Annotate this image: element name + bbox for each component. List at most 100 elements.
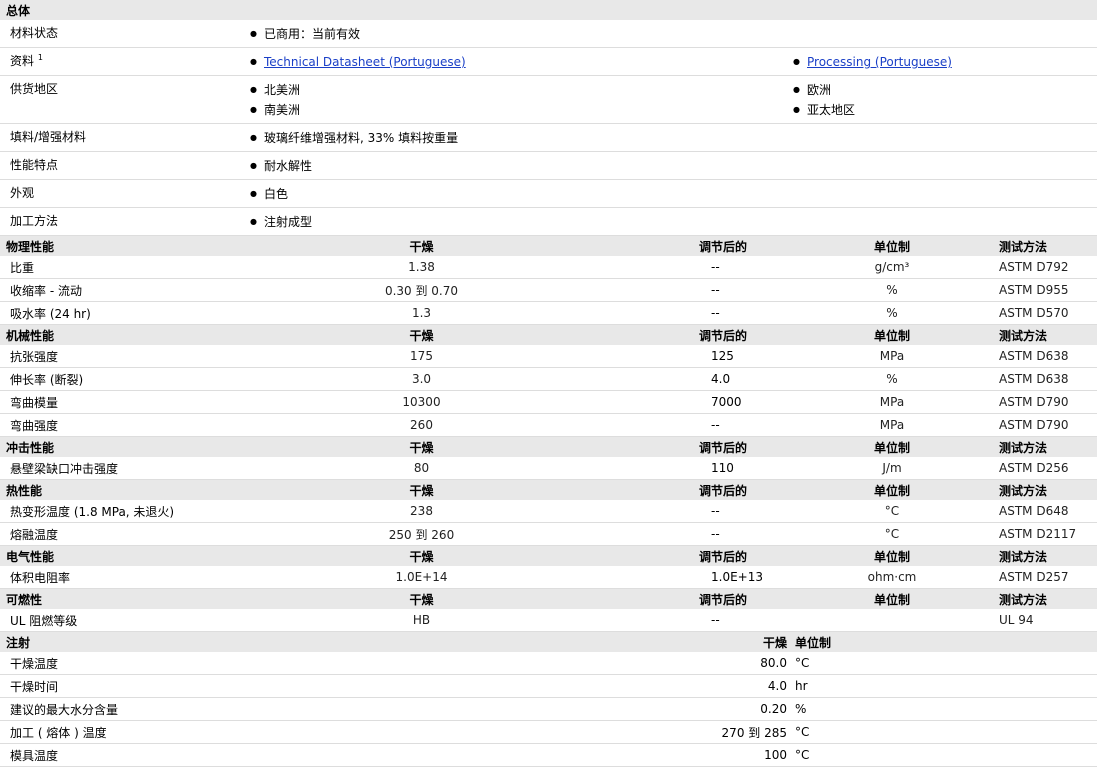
injection-row: 干燥温度 80.0 °C — [0, 652, 1097, 675]
bullet-value: 已商用：当前有效 — [250, 24, 793, 44]
bullet-value: 亚太地区 — [793, 100, 1097, 120]
general-row-values-right — [793, 123, 1097, 152]
test-method: ASTM D790 — [991, 413, 1097, 437]
test-method: ASTM D257 — [991, 566, 1097, 589]
property-row: 熔融温度 250 到 260 -- °C ASTM D2117 — [0, 522, 1097, 546]
value-unit: MPa — [793, 390, 991, 414]
column-header-dry: 干燥 — [250, 588, 593, 609]
general-row: 材料状态已商用：当前有效 — [0, 20, 1097, 48]
section-title: 热性能 — [0, 479, 250, 500]
section-title: 冲击性能 — [0, 436, 250, 457]
injection-label: 干燥温度 — [0, 652, 250, 675]
section-title: 总体 — [0, 0, 1097, 20]
general-row-label: 材料状态 — [0, 20, 250, 48]
property-row: 抗张强度 175 125 MPa ASTM D638 — [0, 345, 1097, 368]
general-row: 供货地区北美洲南美洲欧洲亚太地区 — [0, 75, 1097, 124]
injection-label: 加工 ( 熔体 ) 温度 — [0, 720, 250, 744]
bullet-value: 耐水解性 — [250, 156, 793, 176]
spacer — [593, 301, 681, 325]
test-method: ASTM D638 — [991, 345, 1097, 368]
general-row-label: 性能特点 — [0, 151, 250, 180]
spacer — [593, 367, 681, 391]
processing-link[interactable]: Processing (Portuguese) — [807, 55, 952, 69]
value-dry: 260 — [250, 413, 593, 437]
column-header-conditioned: 调节后的 — [681, 545, 793, 566]
general-row-values-left: 耐水解性 — [250, 151, 793, 180]
general-row-values-right: 欧洲亚太地区 — [793, 75, 1097, 124]
value-dry: 3.0 — [250, 367, 593, 391]
injection-label: 干燥时间 — [0, 674, 250, 698]
value-dry: 250 到 260 — [250, 522, 593, 546]
column-header-unit: 单位制 — [793, 324, 991, 345]
general-row-label: 供货地区 — [0, 75, 250, 124]
column-header-method: 测试方法 — [991, 588, 1097, 609]
injection-label: 建议的最大水分含量 — [0, 697, 250, 721]
property-label: 收缩率 - 流动 — [0, 278, 250, 302]
spacer — [593, 545, 681, 566]
property-row: 收缩率 - 流动 0.30 到 0.70 --% ASTM D955 — [0, 278, 1097, 302]
value-conditioned: -- — [681, 609, 793, 632]
value-unit: % — [793, 367, 991, 391]
column-header-dry: 干燥 — [250, 479, 593, 500]
spacer — [593, 609, 681, 632]
properties-sections: 物理性能 干燥 调节后的 单位制 测试方法 比重 1.38 -- g/cm³ ASTM D792 收… — [0, 235, 1097, 632]
general-row-values-right — [793, 179, 1097, 208]
column-header-conditioned: 调节后的 — [681, 479, 793, 500]
spacer — [593, 324, 681, 345]
spacer — [593, 235, 681, 256]
value-dry: 238 — [250, 500, 593, 523]
datasheet-link[interactable]: Technical Datasheet (Portuguese) — [264, 55, 466, 69]
value-dry: 0.30 到 0.70 — [250, 278, 593, 302]
property-label: 熔融温度 — [0, 522, 250, 546]
injection-unit: °C — [793, 652, 1097, 675]
column-header-dry: 干燥 — [250, 545, 593, 566]
section-header: 冲击性能 干燥 调节后的 单位制 测试方法 — [0, 436, 1097, 457]
bullet-value: 欧洲 — [793, 80, 1097, 100]
spacer — [593, 345, 681, 368]
spacer — [593, 256, 681, 279]
value-unit: J/m — [793, 457, 991, 480]
section-title: 物理性能 — [0, 235, 250, 256]
test-method: ASTM D792 — [991, 256, 1097, 279]
spacer — [593, 479, 681, 500]
injection-value: 0.20 — [250, 697, 793, 721]
test-method: ASTM D790 — [991, 390, 1097, 414]
injection-unit: % — [793, 697, 1097, 721]
value-unit — [793, 609, 991, 632]
value-conditioned: 125 — [681, 345, 793, 368]
spacer — [593, 522, 681, 546]
property-row: 弯曲强度 260 -- MPa ASTM D790 — [0, 413, 1097, 437]
value-dry: 1.38 — [250, 256, 593, 279]
value-conditioned: -- — [681, 301, 793, 325]
general-row-values-right — [793, 207, 1097, 236]
column-header-unit: 单位制 — [793, 545, 991, 566]
value-conditioned: -- — [681, 278, 793, 302]
bullet-link-item: Processing (Portuguese) — [793, 52, 1097, 72]
general-row-values-left: 注射成型 — [250, 207, 793, 236]
value-unit: g/cm³ — [793, 256, 991, 279]
section-title: 注射 — [0, 631, 250, 652]
section-header: 物理性能 干燥 调节后的 单位制 测试方法 — [0, 235, 1097, 256]
property-row: 伸长率 (断裂) 3.0 4.0% ASTM D638 — [0, 367, 1097, 391]
general-row: 填料/增强材料玻璃纤维增强材料, 33% 填料按重量 — [0, 123, 1097, 152]
spacer — [593, 278, 681, 302]
general-row-values-right — [793, 20, 1097, 48]
bullet-value: 白色 — [250, 184, 793, 204]
footnote-marker: 1 — [37, 53, 43, 62]
general-row: 加工方法注射成型 — [0, 207, 1097, 236]
general-row-values-left: 白色 — [250, 179, 793, 208]
injection-value: 270 到 285 — [250, 720, 793, 744]
column-header-unit: 单位制 — [793, 235, 991, 256]
general-row-label: 外观 — [0, 179, 250, 208]
test-method: UL 94 — [991, 609, 1097, 632]
property-label: 热变形温度 (1.8 MPa, 未退火) — [0, 500, 250, 523]
value-unit: % — [793, 301, 991, 325]
value-unit: °C — [793, 522, 991, 546]
column-header-dry: 干燥 — [250, 324, 593, 345]
value-unit: MPa — [793, 345, 991, 368]
general-row-values-right — [793, 151, 1097, 180]
injection-value: 80.0 — [250, 652, 793, 675]
spacer — [593, 457, 681, 480]
test-method: ASTM D638 — [991, 367, 1097, 391]
column-header-dry: 干燥 — [250, 235, 593, 256]
